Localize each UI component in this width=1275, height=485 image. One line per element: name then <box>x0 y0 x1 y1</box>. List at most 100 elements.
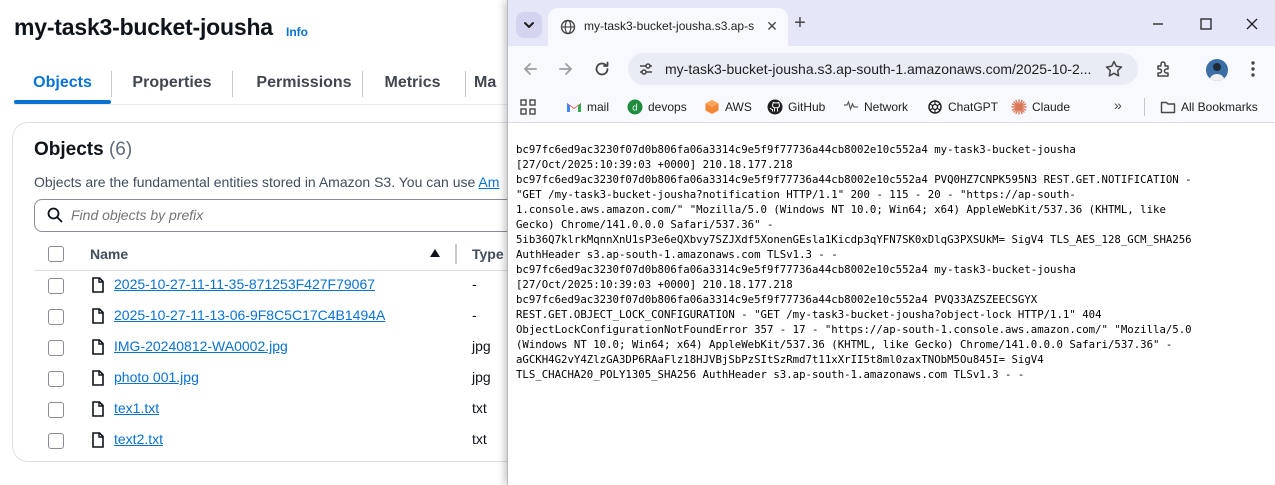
gmail-icon <box>567 103 581 112</box>
bookmark-devops[interactable]: d devops <box>627 99 689 115</box>
tab-metrics[interactable]: Metrics <box>366 66 459 100</box>
profile-avatar[interactable] <box>1206 59 1228 81</box>
objects-description: Objects are the fundamental entities sto… <box>34 174 499 190</box>
objects-heading: Objects (6) <box>34 139 132 161</box>
svg-text:d: d <box>632 104 638 114</box>
reload-icon[interactable] <box>592 59 612 79</box>
object-type: - <box>472 276 477 292</box>
browser-window: my-task3-bucket-jousha.s3.ap-s ✕ + my-ta… <box>507 0 1275 485</box>
tab-bar: Objects Properties Permissions Metrics M… <box>14 66 534 104</box>
search-input[interactable] <box>71 200 531 231</box>
row-checkbox[interactable] <box>48 433 64 449</box>
new-tab-icon[interactable]: + <box>790 13 810 34</box>
minimize-icon[interactable] <box>1148 14 1168 34</box>
bookmark-label: AWS <box>725 100 752 114</box>
close-window-icon[interactable] <box>1242 14 1262 34</box>
site-info-icon[interactable] <box>638 61 654 77</box>
table-row: tex1.txt txt <box>34 394 554 425</box>
row-checkbox[interactable] <box>48 309 64 325</box>
table-row: 2025-10-27-11-11-35-871253F427F79067 - <box>34 270 554 301</box>
object-link[interactable]: photo 001.jpg <box>114 369 199 385</box>
bookmark-chatgpt[interactable]: ChatGPT <box>927 99 998 115</box>
close-tab-icon[interactable]: ✕ <box>764 18 780 34</box>
file-icon <box>92 432 104 448</box>
column-divider[interactable] <box>455 244 457 264</box>
globe-icon <box>560 19 576 35</box>
object-type: jpg <box>472 369 491 385</box>
bookmark-github[interactable]: GitHub <box>767 99 831 115</box>
objects-title: Objects <box>34 139 104 160</box>
tab-divider <box>111 71 112 97</box>
object-type: txt <box>472 400 487 416</box>
table-row: text2.txt txt <box>34 425 554 456</box>
file-icon <box>92 277 104 293</box>
description-text: Objects are the fundamental entities sto… <box>34 174 479 190</box>
bookmark-label: GitHub <box>788 100 826 114</box>
object-link[interactable]: text2.txt <box>114 431 163 447</box>
back-icon[interactable] <box>520 59 540 79</box>
column-type[interactable]: Type <box>472 246 504 262</box>
row-checkbox[interactable] <box>48 402 64 418</box>
bookmark-label: devops <box>648 100 687 114</box>
bookmark-aws[interactable]: AWS <box>704 99 754 115</box>
tab-properties[interactable]: Properties <box>117 66 227 100</box>
url-text[interactable]: my-task3-bucket-jousha.s3.ap-south-1.ama… <box>665 61 1091 77</box>
sort-ascending-icon[interactable] <box>430 249 440 257</box>
bookmark-mail[interactable]: mail <box>566 99 616 115</box>
more-bookmarks-icon[interactable]: » <box>1114 97 1122 113</box>
bookmark-label: Network <box>864 100 909 114</box>
chatgpt-icon <box>928 100 942 114</box>
bookmark-label: Claude <box>1032 100 1071 114</box>
page-content: bc97fc6ed9ac3230f07d0b806fa06a3314c9e5f9… <box>508 123 1275 485</box>
person-icon <box>1209 63 1225 81</box>
column-name[interactable]: Name <box>90 246 128 262</box>
maximize-icon[interactable] <box>1196 14 1216 34</box>
description-link[interactable]: Am <box>478 174 499 190</box>
table-row: IMG-20240812-WA0002.jpg jpg <box>34 332 554 363</box>
tab-permissions[interactable]: Permissions <box>239 66 369 100</box>
object-link[interactable]: tex1.txt <box>114 400 159 416</box>
chevron-down-icon <box>524 22 534 28</box>
browser-tab[interactable]: my-task3-bucket-jousha.s3.ap-s ✕ <box>548 8 788 46</box>
row-checkbox[interactable] <box>48 340 64 356</box>
log-text: bc97fc6ed9ac3230f07d0b806fa06a3314c9e5f9… <box>516 143 1192 381</box>
all-bookmarks-button[interactable]: All Bookmarks <box>1160 99 1270 115</box>
table-header: Name Type <box>34 238 554 271</box>
bookmark-network[interactable]: Network <box>843 99 915 115</box>
bookmarks-bar: mail d devops AWS GitHub Network ChatGPT… <box>508 92 1275 123</box>
devops-icon: d <box>627 99 643 115</box>
object-type: txt <box>472 431 487 447</box>
tab-objects[interactable]: Objects <box>14 66 111 100</box>
row-checkbox[interactable] <box>48 278 64 294</box>
title-bar: my-task3-bucket-jousha.s3.ap-s ✕ + <box>508 0 1275 46</box>
folder-icon <box>1160 101 1176 114</box>
file-icon <box>92 401 104 417</box>
tab-divider <box>232 71 233 97</box>
extensions-icon[interactable] <box>1154 59 1174 79</box>
object-link[interactable]: IMG-20240812-WA0002.jpg <box>114 338 288 354</box>
tab-divider <box>465 71 466 97</box>
objects-count: (6) <box>108 139 133 160</box>
address-bar[interactable]: my-task3-bucket-jousha.s3.ap-south-1.ama… <box>628 53 1138 85</box>
file-icon <box>92 308 104 324</box>
tab-title: my-task3-bucket-jousha.s3.ap-s <box>584 19 755 33</box>
object-link[interactable]: 2025-10-27-11-11-35-871253F427F79067 <box>114 276 375 292</box>
forward-icon[interactable] <box>556 59 576 79</box>
aws-icon <box>705 100 719 114</box>
bookmark-claude[interactable]: Claude <box>1011 99 1073 115</box>
object-type: jpg <box>472 338 491 354</box>
tab-search-button[interactable] <box>516 12 542 38</box>
bookmark-label: mail <box>587 100 610 114</box>
select-all-checkbox[interactable] <box>48 246 64 262</box>
bookmark-star-icon[interactable] <box>1104 59 1124 79</box>
github-icon <box>767 99 783 115</box>
row-checkbox[interactable] <box>48 371 64 387</box>
file-icon <box>92 339 104 355</box>
info-link[interactable]: Info <box>286 25 308 39</box>
search-box[interactable] <box>34 199 556 232</box>
more-menu-icon[interactable] <box>1248 59 1258 79</box>
object-link[interactable]: 2025-10-27-11-13-06-9F8C5C17C4B1494A <box>114 307 385 323</box>
apps-grid-icon[interactable] <box>520 99 536 115</box>
object-type: - <box>472 307 477 323</box>
page-title: my-task3-bucket-jousha <box>14 14 273 40</box>
